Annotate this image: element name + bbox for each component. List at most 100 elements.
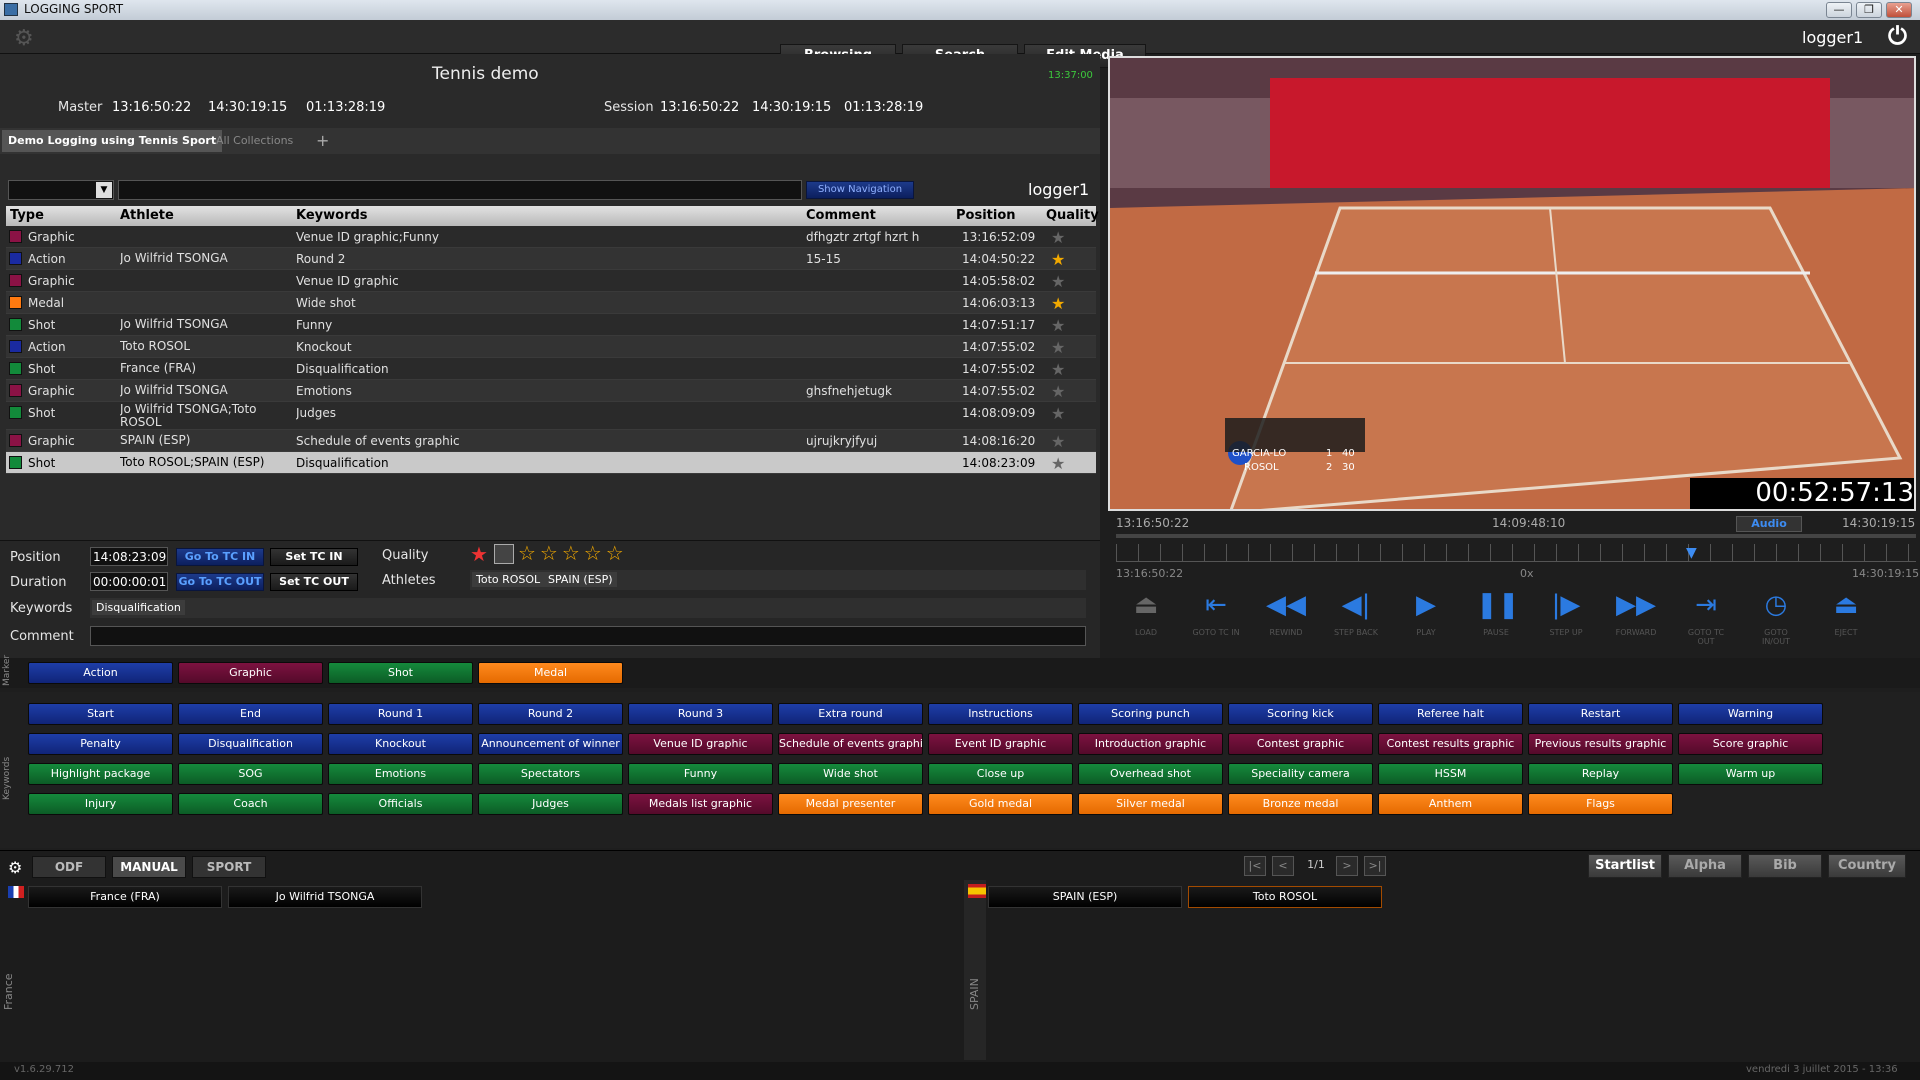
keyword-button[interactable]: Contest graphic [1228,733,1373,755]
keyword-button[interactable]: Gold medal [928,793,1073,815]
set-tc-out-button[interactable]: Set TC OUT [270,573,358,591]
keyword-button[interactable]: Warning [1678,703,1823,725]
keyword-button[interactable]: Penalty [28,733,173,755]
quality-star-icon[interactable]: ★ [1051,316,1065,335]
keyword-button[interactable]: Schedule of events graphic [778,733,923,755]
add-tab-button[interactable]: + [310,130,335,152]
keyword-button[interactable]: Start [28,703,173,725]
bib-button[interactable]: Bib [1748,854,1822,878]
quality-stars-icon[interactable]: ☆☆☆☆☆ [518,541,628,565]
keyword-button[interactable]: Extra round [778,703,923,725]
marker-medal-button[interactable]: Medal [478,662,623,684]
logout-icon[interactable]: ⏻ [1888,22,1907,50]
country-button[interactable]: Country [1828,854,1906,878]
prev-page-button[interactable]: < [1272,856,1294,876]
keyword-chip[interactable]: Disqualification [92,600,185,615]
set-tc-in-button[interactable]: Set TC IN [270,548,358,566]
col-quality[interactable]: Quality [1046,208,1099,223]
keyword-button[interactable]: Round 3 [628,703,773,725]
timeline-ruler[interactable] [1116,544,1916,562]
step-up-icon[interactable]: |▶ [1546,590,1586,620]
goto-in-icon[interactable]: ⇤ [1196,590,1236,620]
keyword-button[interactable]: Scoring kick [1228,703,1373,725]
athlete-chip[interactable]: Toto ROSOL [472,572,545,587]
table-row[interactable]: Shot Toto ROSOL;SPAIN (ESP) Disqualifica… [6,452,1096,474]
athlete-rosol-button[interactable]: Toto ROSOL [1188,886,1382,908]
tab-all-collections[interactable]: All Collections [210,130,299,152]
forward-icon[interactable]: ▶▶ [1616,590,1656,620]
play-icon[interactable]: ▶ [1406,590,1446,620]
table-row[interactable]: Graphic Venue ID graphic 14:05:58:02 ★ [6,270,1096,292]
keyword-button[interactable]: Introduction graphic [1078,733,1223,755]
marker-action-button[interactable]: Action [28,662,173,684]
settings-gear-icon[interactable]: ⚙ [8,858,22,877]
quality-star-icon[interactable]: ★ [1051,382,1065,401]
keywords-field[interactable] [90,598,1086,618]
keyword-button[interactable]: HSSM [1378,763,1523,785]
keyword-button[interactable]: Disqualification [178,733,323,755]
table-row[interactable]: Graphic SPAIN (ESP) Schedule of events g… [6,430,1096,452]
keyword-button[interactable]: Speciality camera [1228,763,1373,785]
col-position[interactable]: Position [956,208,1016,223]
quality-none-box[interactable] [494,544,514,564]
col-keywords[interactable]: Keywords [296,208,368,223]
keyword-button[interactable]: Silver medal [1078,793,1223,815]
type-filter-select[interactable]: ▼ [8,180,114,200]
last-page-button[interactable]: >| [1364,856,1386,876]
keyword-button[interactable]: Bronze medal [1228,793,1373,815]
col-comment[interactable]: Comment [806,208,876,223]
progress-bar[interactable] [1116,534,1916,538]
keyword-button[interactable]: Restart [1528,703,1673,725]
eject-icon[interactable]: ⏏ [1826,590,1866,620]
marker-shot-button[interactable]: Shot [328,662,473,684]
startlist-button[interactable]: Startlist [1588,854,1662,878]
keyword-button[interactable]: Flags [1528,793,1673,815]
keyword-button[interactable]: Warm up [1678,763,1823,785]
table-row[interactable]: Graphic Jo Wilfrid TSONGA Emotions ghsfn… [6,380,1096,402]
keyword-button[interactable]: Officials [328,793,473,815]
position-field[interactable]: 14:08:23:09 [90,547,168,566]
gear-icon[interactable]: ⚙ [14,26,34,51]
keyword-button[interactable]: Spectators [478,763,623,785]
keyword-button[interactable]: Round 2 [478,703,623,725]
keyword-button[interactable]: Medals list graphic [628,793,773,815]
keyword-button[interactable]: Highlight package [28,763,173,785]
col-athlete[interactable]: Athlete [120,208,174,223]
keyword-button[interactable]: Coach [178,793,323,815]
audio-button[interactable]: Audio [1736,516,1802,532]
table-row[interactable]: Graphic Venue ID graphic;Funny dfhgztr z… [6,226,1096,248]
sport-button[interactable]: SPORT [192,856,266,878]
keyword-button[interactable]: Replay [1528,763,1673,785]
keyword-button[interactable]: Injury [28,793,173,815]
keyword-button[interactable]: Announcement of winner [478,733,623,755]
marker-graphic-button[interactable]: Graphic [178,662,323,684]
quality-star-icon[interactable]: ★ [1051,338,1065,357]
minimize-button[interactable]: — [1826,2,1852,18]
comment-input[interactable] [90,626,1086,646]
goto-tc-in-button[interactable]: Go To TC IN [176,548,264,566]
athlete-tsonga-button[interactable]: Jo Wilfrid TSONGA [228,886,422,908]
quality-star-icon[interactable]: ★ [1051,294,1065,313]
table-row[interactable]: Medal Wide shot 14:06:03:13 ★ [6,292,1096,314]
keyword-button[interactable]: Wide shot [778,763,923,785]
keyword-button[interactable]: Medal presenter [778,793,923,815]
goto-tc-out-button[interactable]: Go To TC OUT [176,573,264,591]
table-row[interactable]: Action Jo Wilfrid TSONGA Round 2 15-15 1… [6,248,1096,270]
next-page-button[interactable]: > [1336,856,1358,876]
quality-star-icon[interactable]: ★ [1051,454,1065,473]
duration-field[interactable]: 00:00:00:01 [90,572,168,591]
table-row[interactable]: Shot Jo Wilfrid TSONGA;Toto ROSOL Judges… [6,402,1096,430]
keyword-button[interactable]: Contest results graphic [1378,733,1523,755]
rewind-icon[interactable]: ◀◀ [1266,590,1306,620]
keyword-button[interactable]: Previous results graphic [1528,733,1673,755]
pause-icon[interactable]: ❚❚ [1476,590,1520,620]
alpha-button[interactable]: Alpha [1668,854,1742,878]
manual-button[interactable]: MANUAL [112,856,186,878]
quality-star-icon[interactable]: ★ [1051,272,1065,291]
quality-star-icon[interactable]: ★ [1051,228,1065,247]
table-row[interactable]: Shot Jo Wilfrid TSONGA Funny 14:07:51:17… [6,314,1096,336]
eject-icon[interactable]: ⏏ [1126,590,1166,620]
team-spain-button[interactable]: SPAIN (ESP) [988,886,1182,908]
table-row[interactable]: Action Toto ROSOL Knockout 14:07:55:02 ★ [6,336,1096,358]
col-type[interactable]: Type [10,208,44,223]
